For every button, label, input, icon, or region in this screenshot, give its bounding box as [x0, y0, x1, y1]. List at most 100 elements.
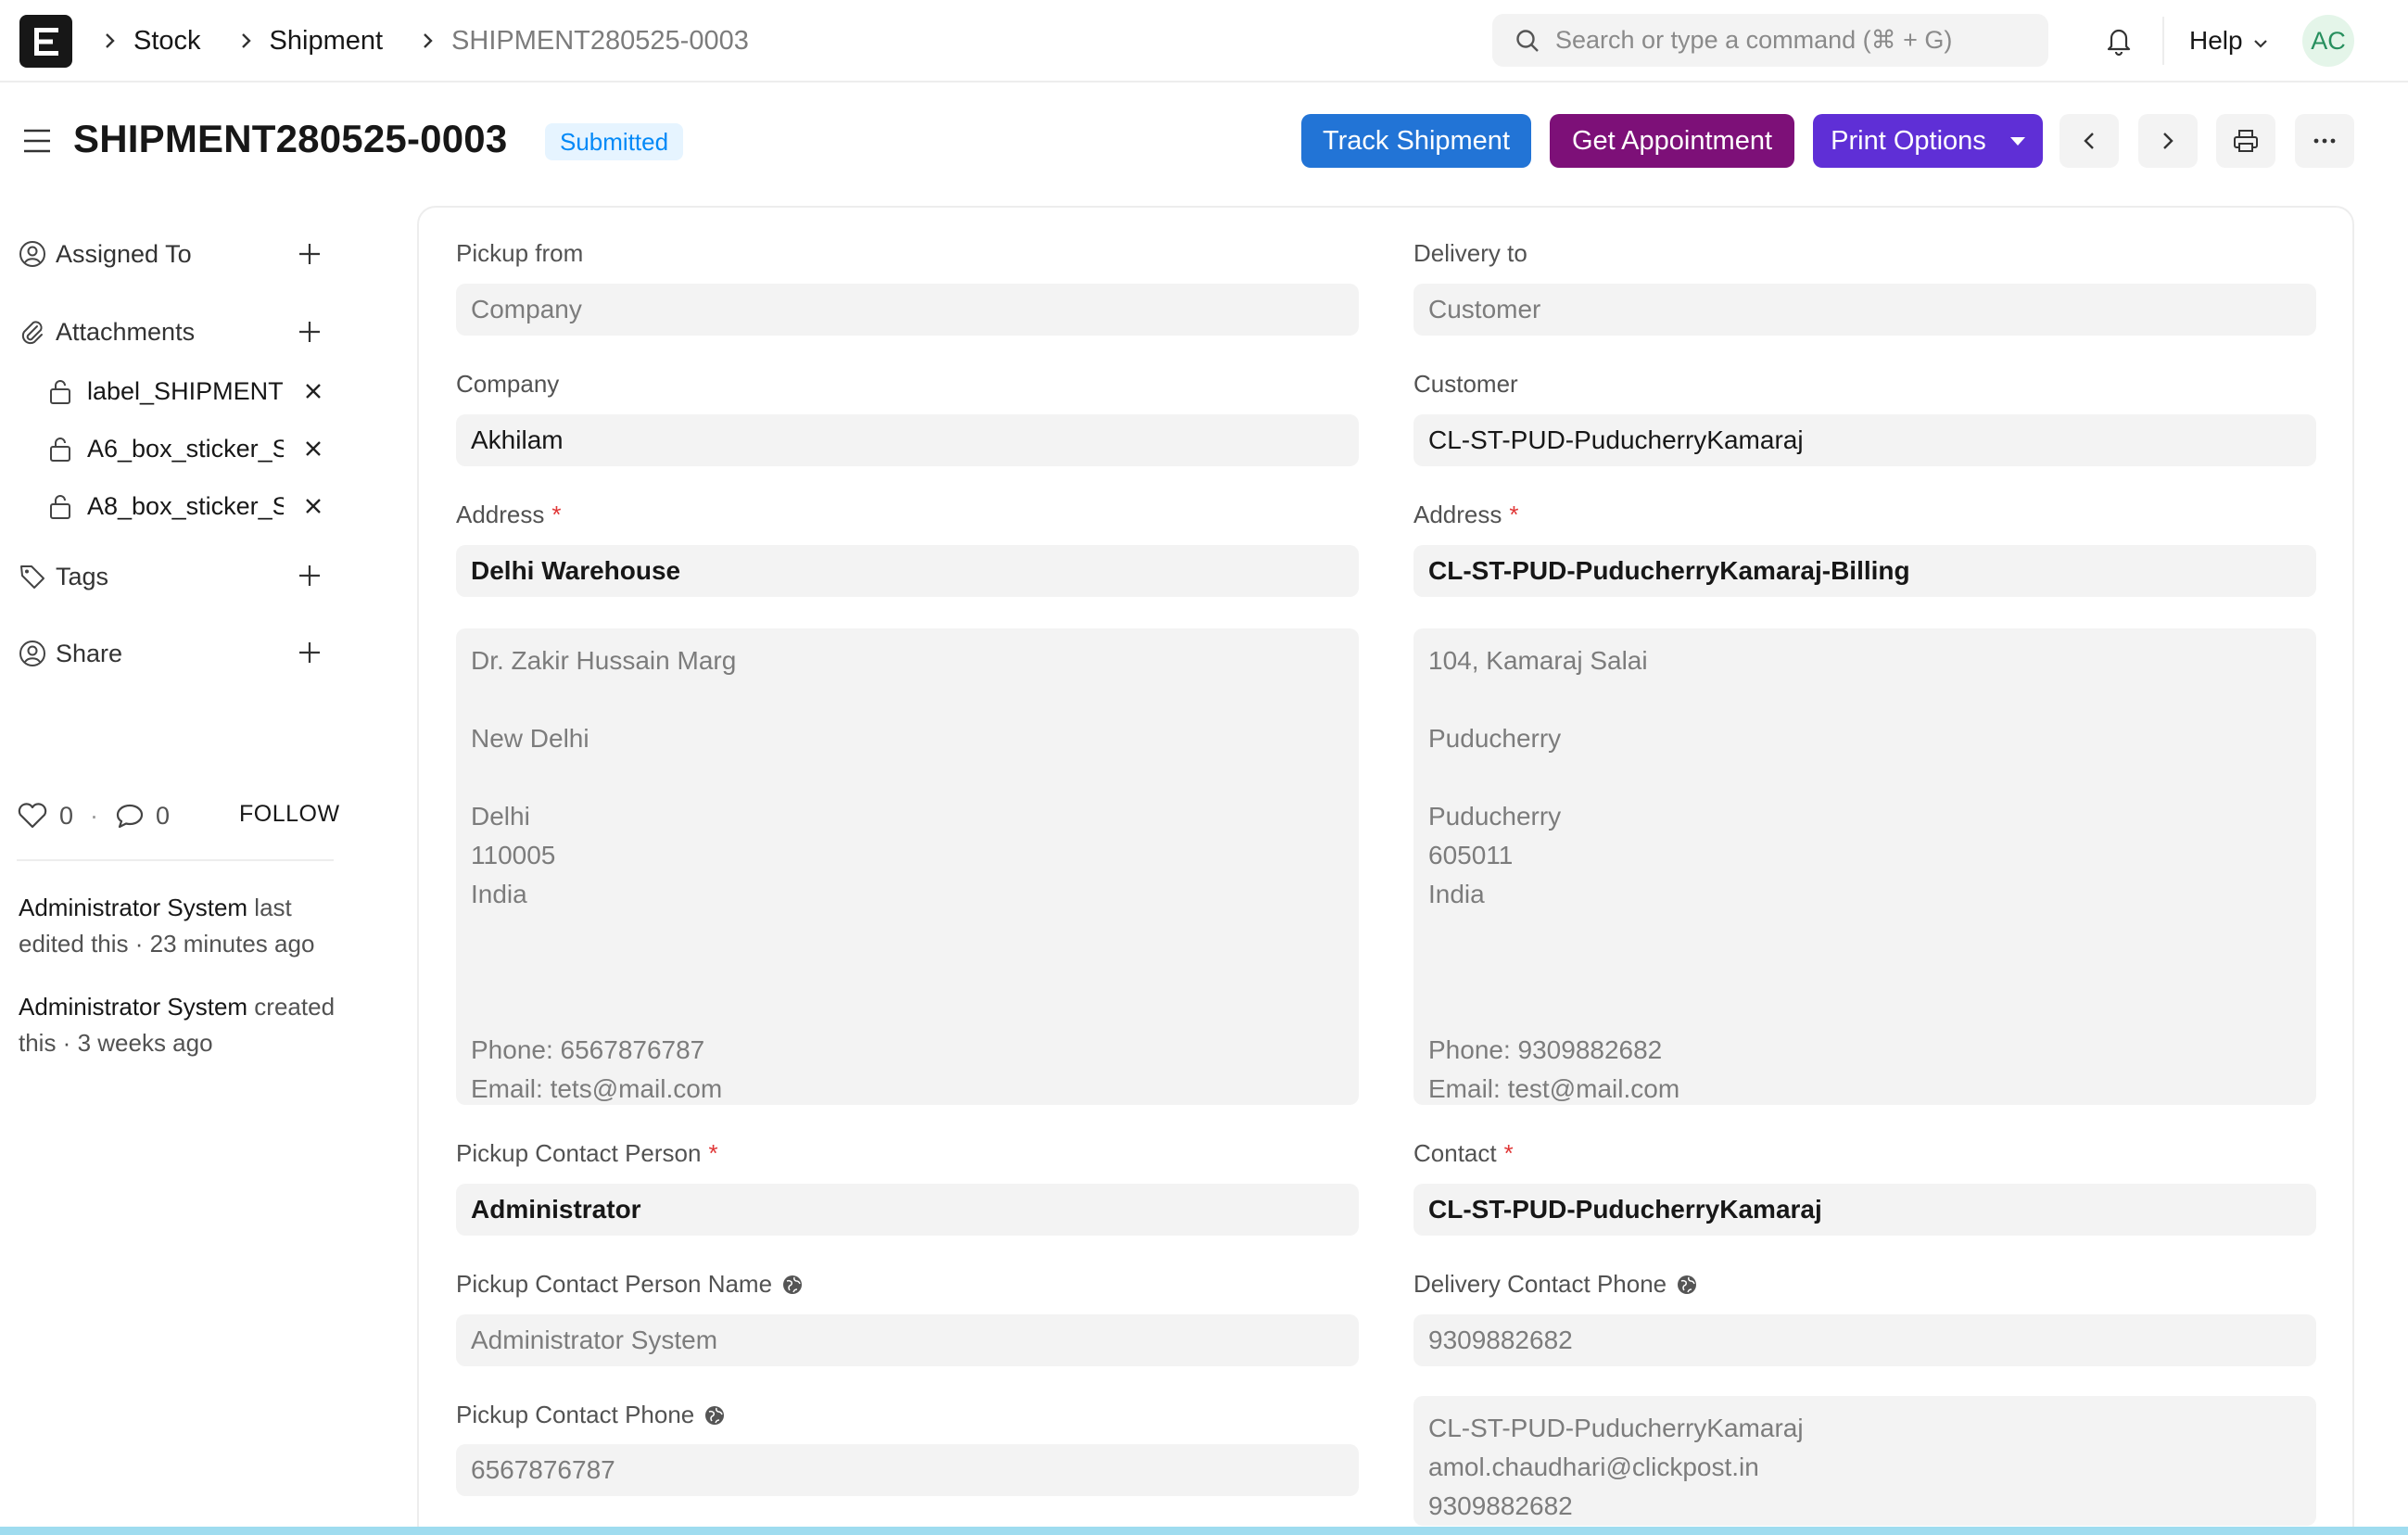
attachment-name[interactable]: label_SHIPMENT: [87, 377, 284, 406]
add-attachment-plus-icon[interactable]: [293, 315, 326, 349]
company-field[interactable]: Akhilam: [456, 414, 1359, 466]
attachments-label: Attachments: [56, 317, 196, 346]
pickup-contact-person-label: Pickup Contact Person *: [456, 1139, 718, 1168]
attachment-name[interactable]: A6_box_sticker_S: [87, 435, 284, 463]
required-asterisk: *: [1503, 1139, 1514, 1167]
chevron-left-icon: [2084, 133, 2094, 149]
required-asterisk: *: [708, 1139, 718, 1167]
pickup-from-label: Pickup from: [456, 239, 584, 267]
remove-attachment-icon[interactable]: [297, 374, 330, 408]
attachment-item[interactable]: label_SHIPMENT: [46, 373, 321, 410]
help-dropdown[interactable]: Help: [2189, 22, 2269, 59]
pickup-contact-person-label-text: Pickup Contact Person: [456, 1139, 702, 1167]
activity-item: Administrator System last edited this · …: [19, 890, 352, 962]
breadcrumb: Stock Shipment SHIPMENT280525-0003: [93, 20, 777, 61]
chevron-right-icon: [411, 24, 444, 57]
chevron-down-icon: [2252, 26, 2269, 56]
more-actions-button[interactable]: [2295, 114, 2354, 168]
next-doc-button[interactable]: [2138, 114, 2198, 168]
add-assignee-plus-icon[interactable]: [293, 237, 326, 271]
lock-icon: [46, 433, 74, 464]
delivery-contact-display: CL-ST-PUD-PuducherryKamaraj amol.chaudha…: [1413, 1396, 2316, 1526]
pickup-contact-person-field[interactable]: Administrator: [456, 1184, 1359, 1236]
chevron-right-icon: [93, 24, 126, 57]
delivery-address-label: Address *: [1413, 501, 1519, 529]
assigned-to-label: Assigned To: [56, 239, 192, 268]
print-options-button[interactable]: Print Options: [1813, 114, 2043, 168]
tag-icon: [17, 561, 48, 592]
delivery-address-field[interactable]: CL-ST-PUD-PuducherryKamaraj-Billing: [1413, 545, 2316, 597]
breadcrumb-shipment[interactable]: Shipment: [270, 26, 384, 57]
attachment-name[interactable]: A8_box_sticker_S: [87, 492, 284, 521]
activity-item: Administrator System created this · 3 we…: [19, 989, 352, 1061]
get-appointment-button[interactable]: Get Appointment: [1550, 114, 1794, 168]
print-options-label: Print Options: [1831, 125, 1986, 156]
activity-user[interactable]: Administrator System: [19, 993, 247, 1021]
search-input[interactable]: [1555, 26, 2019, 55]
chevron-right-icon: [229, 24, 262, 57]
search-bar[interactable]: [1492, 14, 2048, 67]
sidebar-assigned-to: Assigned To: [17, 234, 192, 274]
separator-dot: ·: [90, 801, 99, 830]
remove-attachment-icon[interactable]: [297, 489, 330, 523]
delivery-to-field[interactable]: Customer: [1413, 284, 2316, 336]
navbar-divider: [2162, 17, 2164, 65]
remove-attachment-icon[interactable]: [297, 432, 330, 465]
pickup-contact-phone-field[interactable]: 6567876787: [456, 1444, 1359, 1496]
customer-label: Customer: [1413, 370, 1518, 398]
heart-icon[interactable]: [17, 802, 48, 830]
contact-label-text: Contact: [1413, 1139, 1497, 1167]
top-navbar: Stock Shipment SHIPMENT280525-0003 Help …: [0, 0, 2408, 82]
print-button[interactable]: [2216, 114, 2275, 168]
notification-bell-icon[interactable]: [2100, 22, 2137, 59]
activity-user[interactable]: Administrator System: [19, 894, 247, 921]
lock-icon: [46, 375, 74, 407]
track-shipment-button[interactable]: Track Shipment: [1301, 114, 1531, 168]
contact-field[interactable]: CL-ST-PUD-PuducherryKamaraj: [1413, 1184, 2316, 1236]
previous-doc-button[interactable]: [2059, 114, 2119, 168]
delivery-contact-phone-field[interactable]: 9309882682: [1413, 1314, 2316, 1366]
comment-icon[interactable]: [115, 802, 145, 830]
comments-count: 0: [156, 801, 171, 830]
help-label: Help: [2189, 26, 2243, 55]
pickup-contact-person-name-field[interactable]: Administrator System: [456, 1314, 1359, 1366]
lock-icon: [46, 490, 74, 522]
pickup-contact-phone-label-text: Pickup Contact Phone: [456, 1401, 695, 1428]
attachment-item[interactable]: A8_box_sticker_S: [46, 488, 321, 525]
search-icon: [1516, 29, 1539, 52]
sidebar-tags: Tags: [17, 556, 108, 597]
logo-e-icon: [33, 27, 58, 56]
attachment-item[interactable]: A6_box_sticker_S: [46, 430, 321, 467]
follow-button[interactable]: FOLLOW: [239, 801, 340, 828]
sidebar-attachments: Attachments: [17, 311, 195, 352]
pickup-contact-person-name-label-text: Pickup Contact Person Name: [456, 1270, 773, 1298]
globe-icon: [703, 1404, 726, 1427]
add-share-plus-icon[interactable]: [293, 636, 326, 669]
bottom-progress-bar: [0, 1527, 2408, 1535]
add-tag-plus-icon[interactable]: [293, 559, 326, 592]
share-label: Share: [56, 639, 123, 667]
app-logo[interactable]: [19, 15, 72, 68]
ellipsis-icon: [2313, 138, 2336, 144]
pickup-contact-phone-label: Pickup Contact Phone: [456, 1401, 726, 1429]
pickup-address-display: Dr. Zakir Hussain Marg New Delhi Delhi 1…: [456, 628, 1359, 1105]
tags-label: Tags: [56, 562, 109, 590]
delivery-contact-phone-label-text: Delivery Contact Phone: [1413, 1270, 1667, 1298]
status-badge: Submitted: [545, 123, 684, 160]
pickup-from-field[interactable]: Company: [456, 284, 1359, 336]
printer-icon: [2234, 130, 2258, 152]
paperclip-icon: [17, 316, 48, 348]
customer-field[interactable]: CL-ST-PUD-PuducherryKamaraj: [1413, 414, 2316, 466]
delivery-to-label: Delivery to: [1413, 239, 1527, 267]
breadcrumb-current[interactable]: SHIPMENT280525-0003: [451, 26, 749, 57]
required-asterisk: *: [551, 501, 562, 528]
page-title: SHIPMENT280525-0003: [73, 117, 508, 160]
delivery-address-display: 104, Kamaraj Salai Puducherry Puducherry…: [1413, 628, 2316, 1105]
user-avatar[interactable]: AC: [2302, 15, 2354, 67]
delivery-address-label-text: Address: [1413, 501, 1502, 528]
pickup-address-field[interactable]: Delhi Warehouse: [456, 545, 1359, 597]
sidebar-toggle-icon[interactable]: [20, 127, 54, 155]
likes-count: 0: [59, 801, 74, 830]
user-assign-icon: [17, 238, 48, 270]
breadcrumb-stock[interactable]: Stock: [133, 26, 201, 57]
